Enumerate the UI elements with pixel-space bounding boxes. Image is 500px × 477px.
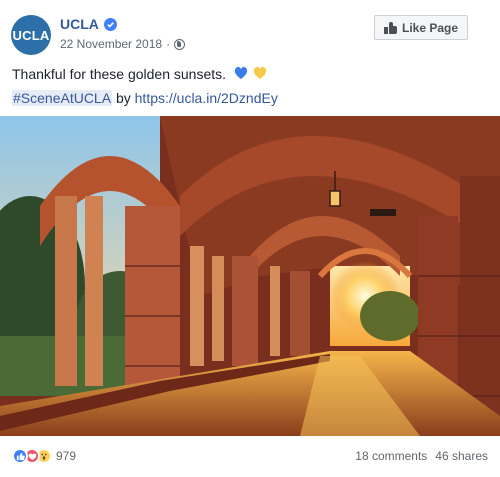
reaction-summary[interactable]: 979 — [12, 448, 76, 464]
page-name-link[interactable]: UCLA — [60, 16, 99, 32]
pillar-8 — [290, 271, 310, 356]
meta-separator: · — [166, 37, 171, 51]
post-caption: Thankful for these golden sunsets. — [12, 65, 269, 82]
post-meta: 22 November 2018 · — [60, 37, 186, 51]
post-date[interactable]: 22 November 2018 — [60, 37, 162, 51]
pillar-4 — [190, 246, 204, 366]
post-links: #SceneAtUCLA by https://ucla.in/2DzndEy — [12, 90, 278, 106]
thumbs-up-icon — [383, 21, 397, 34]
verified-badge-icon — [103, 17, 117, 31]
reaction-count[interactable]: 979 — [56, 449, 76, 463]
pillar-6 — [232, 256, 258, 366]
by-text: by — [115, 90, 131, 106]
hanging-sign — [370, 209, 396, 216]
globe-icon[interactable] — [174, 38, 186, 50]
facebook-post: UCLA UCLA 22 November 2018 · Like Page T… — [0, 0, 500, 477]
lantern — [329, 190, 341, 207]
pillar-2 — [85, 196, 103, 386]
comments-count[interactable]: 18 comments — [355, 449, 427, 463]
heart-emojis — [234, 66, 267, 79]
far-tree — [360, 291, 420, 341]
hashtag-link[interactable]: #SceneAtUCLA — [12, 90, 113, 106]
post-url-link[interactable]: https://ucla.in/2DzndEy — [135, 90, 278, 106]
like-page-button[interactable]: Like Page — [374, 15, 468, 40]
page-avatar[interactable]: UCLA — [11, 15, 51, 55]
blue-heart-emoji — [234, 66, 248, 79]
pillar-7 — [270, 266, 280, 356]
caption-text: Thankful for these golden sunsets. — [12, 66, 227, 82]
engagement-counts: 18 comments 46 shares — [355, 449, 488, 463]
like-page-label: Like Page — [401, 20, 459, 35]
like-reaction-icon — [12, 448, 28, 464]
pillar-5 — [212, 256, 224, 361]
post-photo[interactable] — [0, 116, 500, 436]
pillar-1 — [55, 196, 77, 386]
yellow-heart-emoji — [253, 66, 267, 79]
shares-count[interactable]: 46 shares — [435, 449, 488, 463]
page-name-row: UCLA — [60, 16, 117, 32]
